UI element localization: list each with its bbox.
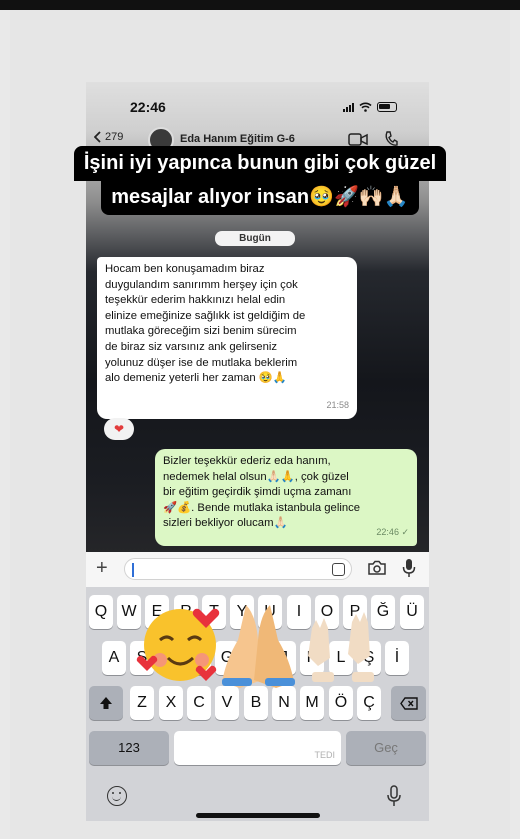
key[interactable]: X [159,686,183,720]
message-line: Hocam ben konuşamadım biraz [105,263,265,275]
message-time: 22:46 ✓ [376,527,409,538]
back-count: 279 [105,131,124,143]
message-line: teşekkür ederim hakkınızı helal edin [105,294,286,307]
date-divider: Bugün [215,231,295,246]
incoming-message[interactable]: Hocam ben konuşamadım biraz duygulandım … [97,257,357,419]
key[interactable]: O [315,595,339,629]
microphone-icon[interactable] [402,558,416,578]
key[interactable]: E [145,595,169,629]
key[interactable]: B [244,686,268,720]
message-line: yolunuz düşer ise de mutlaka beklerim [105,356,298,369]
message-line: alo demeniz yeterli her zaman 🥹🙏 [105,372,287,385]
backspace-key[interactable] [391,686,426,720]
text-cursor [132,563,134,577]
outgoing-message[interactable]: Bizler teşekkür ederiz eda hanım, nedeme… [155,449,417,546]
message-line: Bizler teşekkür ederiz eda hanım, [163,455,331,467]
key[interactable]: R [174,595,198,629]
return-key[interactable]: Geç [346,731,426,765]
space-bar[interactable]: TEDI [174,731,341,765]
key[interactable]: P [343,595,367,629]
key[interactable]: S [130,641,154,675]
key[interactable]: Ü [400,595,424,629]
plus-icon[interactable]: + [96,558,108,578]
key[interactable]: Y [230,595,254,629]
key[interactable]: Z [130,686,154,720]
message-line: 🚀💰. Bende mutlaka istanbula gelince [163,501,361,514]
story-caption: İşini iyi yapınca bunun gibi çok güzel m… [70,146,450,215]
key[interactable]: L [329,641,353,675]
signal-icon [343,102,354,112]
contact-name[interactable]: Eda Hanım Eğitim G-6 [180,133,295,145]
key[interactable]: F [187,641,211,675]
key[interactable]: W [117,595,141,629]
backspace-icon [399,697,418,710]
message-line: mutlaka göreceğim sizi benim sürecim [105,325,297,338]
numbers-key[interactable]: 123 [89,731,169,765]
battery-icon [377,102,397,112]
back-button[interactable]: 279 [94,131,123,143]
dictation-icon[interactable] [386,785,402,807]
key[interactable]: Ğ [371,595,395,629]
camera-icon[interactable] [367,560,387,576]
key[interactable]: Ö [329,686,353,720]
key[interactable]: İ [385,641,409,675]
phone-call-icon[interactable] [384,131,398,147]
keyboard: Q W E R T Y U I O P Ğ Ü A S D F G H J K … [86,587,429,771]
key[interactable]: I [287,595,311,629]
key[interactable]: Q [89,595,113,629]
status-icons [343,102,397,112]
wifi-icon [359,102,372,112]
message-line: duygulandım sanırımm herşey için çok [105,278,298,291]
heart-reaction[interactable]: ❤ [104,418,134,440]
key[interactable]: M [300,686,324,720]
key[interactable]: N [272,686,296,720]
sticker-icon[interactable] [332,563,345,576]
keyboard-bottom-bar [86,771,429,821]
top-border [0,0,520,10]
message-line: nedemek helal olsun🙏🏻🙏, çok güzel [163,470,349,483]
key[interactable]: C [187,686,211,720]
key[interactable]: G [215,641,239,675]
key[interactable]: U [258,595,282,629]
message-line: sizleri bekliyor olucam🙏🏻 [163,517,288,530]
key[interactable]: V [215,686,239,720]
key[interactable]: D [159,641,183,675]
key[interactable]: K [300,641,324,675]
shift-key[interactable] [89,686,123,720]
caption-line: İşini iyi yapınca bunun gibi çok güzel [73,146,447,181]
message-line: bir eğitim geçirdik şimdi uçma zamanı [163,486,352,499]
message-time: 21:58 [326,400,349,411]
key[interactable]: T [202,595,226,629]
message-input-bar: + [86,552,429,587]
chevron-left-icon [94,131,101,143]
home-indicator [196,813,320,818]
caption-line: mesajlar alıyor insan🥹🚀🙌🏻🙏🏻 [101,180,419,215]
status-time: 22:46 [130,99,166,115]
key[interactable]: H [244,641,268,675]
message-input[interactable] [124,558,352,580]
key[interactable]: A [102,641,126,675]
emoji-icon[interactable] [107,786,127,806]
message-line: elinize emeğinize sağlıkk ist geldiğim d… [105,309,306,322]
message-line: de biraz siz varsınız ank gelirseniz [105,340,278,353]
shift-icon [100,697,112,709]
video-call-icon[interactable] [348,133,368,146]
key[interactable]: Ş [357,641,381,675]
key[interactable]: Ç [357,686,381,720]
key[interactable]: J [272,641,296,675]
